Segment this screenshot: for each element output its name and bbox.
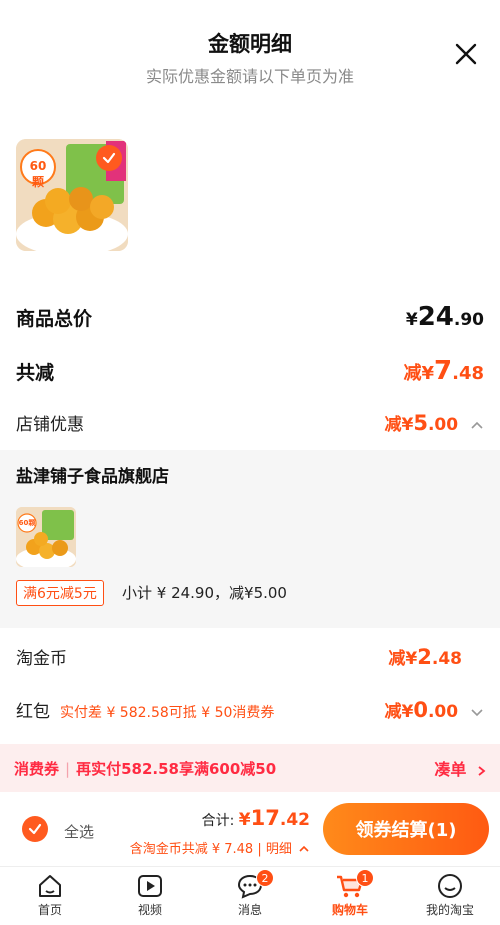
close-icon xyxy=(455,43,477,65)
chevron-down-icon xyxy=(471,709,483,717)
red-packet-note: 实付差 ¥ 582.58可抵 ¥ 50消费券 xyxy=(60,705,275,721)
shop-product-thumbnail[interactable]: 60颗 xyxy=(16,507,76,567)
select-all-label[interactable]: 全选 xyxy=(64,821,94,842)
checkout-detail-link[interactable]: 含淘金币共减 ¥ 7.48 | 明细 xyxy=(130,838,310,857)
promo-tag: 满6元减5元 xyxy=(16,580,104,606)
amount-detail-sheet: 金额明细 实际优惠金额请以下单页为准 60颗 商品总价 ¥24.90 共减 减¥… xyxy=(0,0,500,925)
total-price-value: ¥24.90 xyxy=(405,302,484,332)
product-thumbnail[interactable]: 60颗 xyxy=(16,139,128,251)
chevron-up-icon xyxy=(471,421,483,429)
red-packet-row[interactable]: 红包 实付差 ¥ 582.58可抵 ¥ 50消费券 减¥0.00 xyxy=(16,697,484,722)
tab-messages[interactable]: 消息 2 xyxy=(200,867,300,925)
tao-coin-value: 减¥2.48 xyxy=(388,645,462,669)
total-price-label: 商品总价 xyxy=(16,307,93,330)
video-icon xyxy=(138,875,162,897)
shop-subtotal: 小计 ¥ 24.90，减¥5.00 xyxy=(122,584,287,602)
total-reduce-row: 共减 减¥7.48 xyxy=(16,356,484,386)
total-reduce-value: 减¥7.48 xyxy=(403,356,484,386)
store-discount-label: 店铺优惠 xyxy=(16,415,84,435)
tab-home[interactable]: 首页 xyxy=(0,867,100,925)
chevron-right-icon xyxy=(478,765,486,776)
checkout-total: 合计: ¥17.42 xyxy=(201,806,310,830)
sheet-subtitle: 实际优惠金额请以下单页为准 xyxy=(145,67,354,86)
shop-thumb-badge-text: 60颗 xyxy=(18,519,36,527)
tao-coin-row: 淘金币 减¥2.48 xyxy=(16,644,484,669)
checkout-button[interactable]: 领券结算(1) xyxy=(323,803,489,855)
check-icon xyxy=(28,823,42,835)
shop-name: 盐津铺子食品旗舰店 xyxy=(16,467,169,487)
cart-badge: 1 xyxy=(356,869,374,887)
total-price-row: 商品总价 ¥24.90 xyxy=(16,302,484,332)
sheet-title: 金额明细 xyxy=(208,32,292,56)
close-button[interactable] xyxy=(452,40,480,68)
red-packet-label-group: 红包 实付差 ¥ 582.58可抵 ¥ 50消费券 xyxy=(16,697,274,722)
sheet-header: 金额明细 实际优惠金额请以下单页为准 xyxy=(0,0,500,95)
red-packet-value: 减¥0.00 xyxy=(384,697,484,722)
store-discount-row[interactable]: 店铺优惠 减¥5.00 xyxy=(16,410,484,435)
red-packet-label: 红包 xyxy=(16,702,50,722)
bottom-tab-bar: 首页 视频 消息 2 购物车 1 我的淘宝 xyxy=(0,866,500,925)
select-all-checkbox[interactable] xyxy=(22,816,48,842)
total-reduce-label: 共减 xyxy=(16,361,55,384)
add-items-link[interactable]: 凑单 xyxy=(434,756,486,780)
messages-badge: 2 xyxy=(256,869,274,887)
coupon-promo-bar[interactable]: 消费券 | 再实付582.58享满600减50 凑单 xyxy=(0,744,500,792)
tab-cart[interactable]: 购物车 1 xyxy=(300,867,400,925)
selected-check-icon xyxy=(96,145,122,171)
quail-egg-thumb-image xyxy=(16,507,76,567)
coupon-promo-text: 消费券 | 再实付582.58享满600减50 xyxy=(14,759,277,778)
chevron-up-icon xyxy=(299,845,309,852)
profile-icon xyxy=(438,874,462,898)
tab-video[interactable]: 视频 xyxy=(100,867,200,925)
store-discount-value: 减¥5.00 xyxy=(384,410,484,435)
tab-my-taobao[interactable]: 我的淘宝 xyxy=(400,867,500,925)
home-icon xyxy=(39,875,61,897)
product-badge-text: 60颗 xyxy=(29,159,47,189)
tao-coin-label: 淘金币 xyxy=(16,649,67,669)
